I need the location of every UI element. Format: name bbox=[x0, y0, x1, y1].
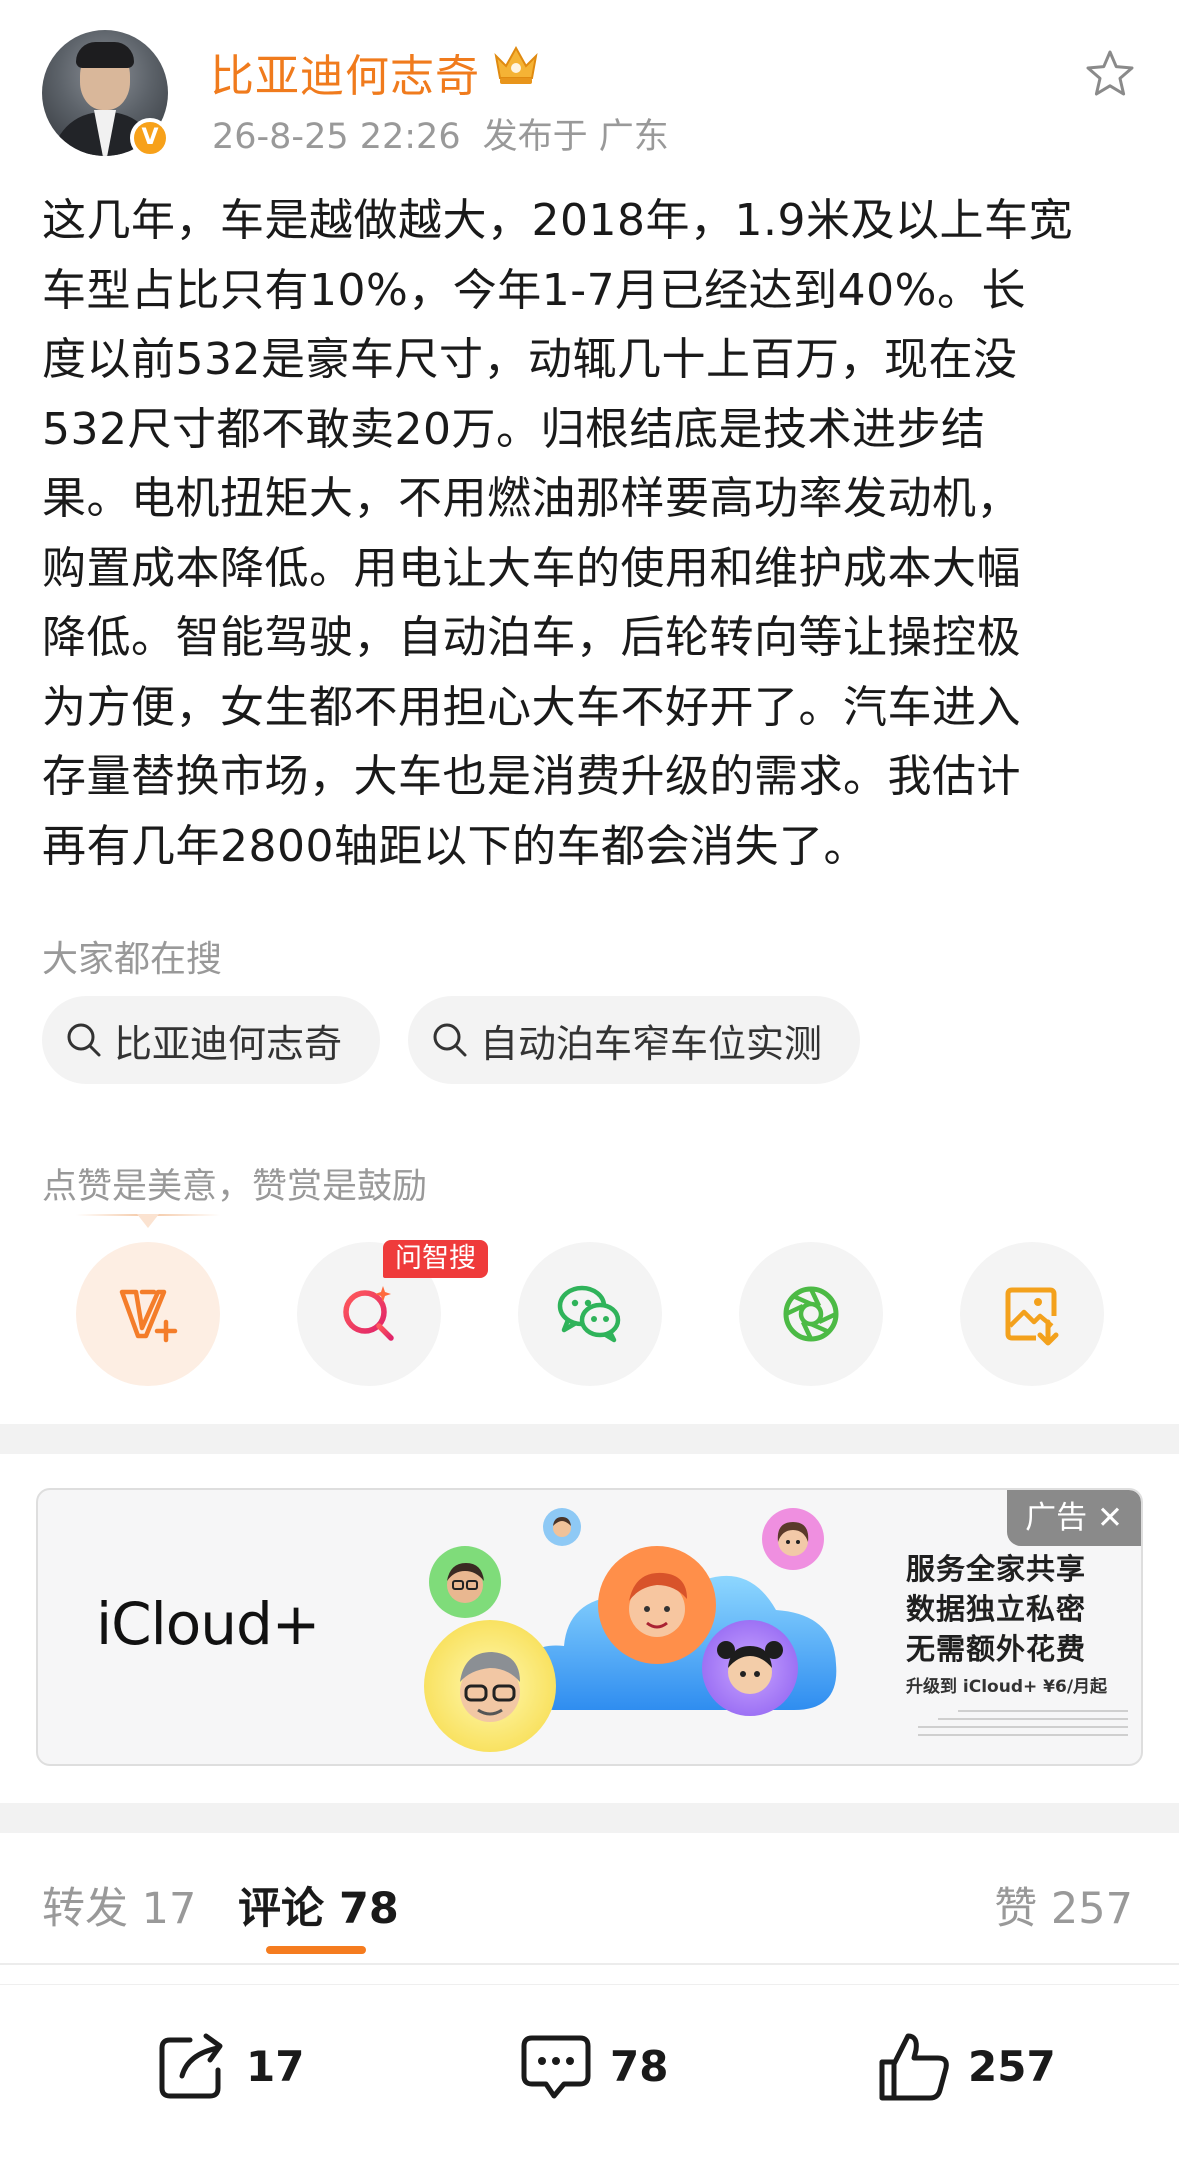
share-moments-button[interactable] bbox=[739, 1242, 883, 1386]
ad-logo-text: iCloud+ bbox=[96, 1590, 320, 1658]
verified-badge-icon: V bbox=[130, 118, 170, 158]
moments-icon bbox=[783, 1286, 839, 1342]
save-image-icon bbox=[1005, 1287, 1059, 1346]
comment-count: 78 bbox=[610, 2041, 669, 2091]
repost-button[interactable]: 17 bbox=[152, 2026, 304, 2106]
wechat-icon bbox=[557, 1285, 621, 1343]
post-timestamp: 26-8-25 22:26 bbox=[212, 117, 461, 157]
comment-bubble-icon bbox=[521, 2035, 591, 2099]
thumbs-up-icon bbox=[879, 2033, 949, 2101]
post-location: 发布于 广东 bbox=[482, 117, 669, 157]
search-section-title: 大家都在搜 bbox=[42, 939, 223, 980]
section-separator bbox=[0, 1424, 1179, 1454]
author-name[interactable]: 比亚迪何志奇 bbox=[210, 40, 480, 104]
repost-count: 17 bbox=[246, 2041, 305, 2091]
ad-fine-print bbox=[918, 1708, 1138, 1750]
tab-like[interactable]: 赞 257 bbox=[994, 1874, 1133, 1936]
like-count: 257 bbox=[968, 2041, 1056, 2091]
active-tab-indicator bbox=[266, 1946, 366, 1954]
memoji-avatar bbox=[762, 1508, 824, 1570]
toolbar-divider bbox=[0, 1984, 1179, 1985]
selected-pointer bbox=[137, 1214, 159, 1228]
tab-repost[interactable]: 转发 17 bbox=[42, 1874, 196, 1936]
ad-upgrade-text: 升级到 iCloud+ ¥6/月起 bbox=[906, 1677, 1108, 1697]
ad-card[interactable]: iCloud+ 服务全家共享 数据独立私密 无需额外花费 升级到 iCloud+… bbox=[36, 1488, 1143, 1766]
search-icon bbox=[67, 1023, 101, 1057]
ad-headline-3: 无需额外花费 bbox=[906, 1632, 1087, 1666]
memoji-avatar bbox=[598, 1546, 716, 1664]
save-image-button[interactable] bbox=[960, 1242, 1104, 1386]
like-button[interactable]: 257 bbox=[874, 2026, 1056, 2106]
ask-search-icon bbox=[343, 1286, 394, 1341]
section-separator bbox=[0, 1803, 1179, 1833]
comment-button[interactable]: 78 bbox=[516, 2026, 668, 2106]
post-meta: 26-8-25 22:26 发布于 广东 bbox=[212, 108, 691, 159]
ad-tag-label: 广告 bbox=[1025, 1500, 1088, 1536]
ad-headline-1: 服务全家共享 bbox=[906, 1552, 1087, 1586]
search-chip-label: 自动泊车窄车位实测 bbox=[480, 1021, 823, 1066]
tab-comment[interactable]: 评论 78 bbox=[238, 1874, 399, 1936]
search-chip[interactable]: 比亚迪何志奇 bbox=[42, 996, 381, 1084]
memoji-avatar bbox=[702, 1620, 798, 1716]
memoji-avatar bbox=[424, 1620, 556, 1752]
memoji-avatar bbox=[429, 1546, 501, 1618]
crown-badge-icon bbox=[494, 45, 538, 84]
post-text: 这几年，车是越做越大，2018年，1.9米及以上车宽 车型占比只有10%，今年1… bbox=[42, 195, 1073, 872]
memoji-avatar bbox=[543, 1508, 581, 1546]
divider bbox=[0, 1963, 1179, 1965]
search-icon bbox=[433, 1023, 467, 1057]
ask-badge: 问智搜 bbox=[383, 1240, 488, 1278]
favorite-star-icon[interactable] bbox=[1082, 46, 1138, 102]
search-chip-label: 比亚迪何志奇 bbox=[114, 1021, 343, 1066]
reward-button[interactable] bbox=[76, 1242, 220, 1386]
ad-close-button[interactable]: 广告 ✕ bbox=[1007, 1490, 1141, 1546]
ad-headline-2: 数据独立私密 bbox=[906, 1592, 1087, 1626]
praise-caption: 点赞是美意，赞赏是鼓励 bbox=[42, 1167, 428, 1207]
share-wechat-button[interactable] bbox=[518, 1242, 662, 1386]
search-chip[interactable]: 自动泊车窄车位实测 bbox=[408, 996, 861, 1084]
close-icon: ✕ bbox=[1096, 1500, 1123, 1536]
reward-v-plus-icon bbox=[119, 1289, 178, 1343]
share-arrow-icon bbox=[159, 2033, 223, 2099]
